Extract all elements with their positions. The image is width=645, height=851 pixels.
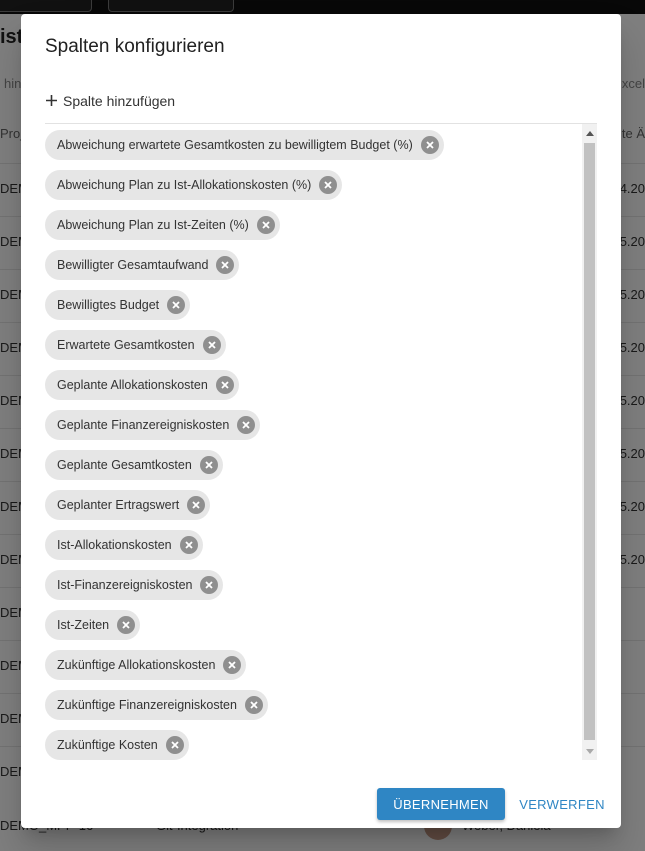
column-chip-label: Abweichung Plan zu Ist-Allokationskosten… [57,178,312,192]
column-chip[interactable]: Geplanter Ertragswert [45,490,211,520]
close-circle-icon[interactable] [167,296,186,314]
column-chip[interactable]: Abweichung Plan zu Ist-Allokationskosten… [45,170,343,200]
column-chip[interactable]: Zukünftige Kosten [45,730,189,760]
column-chip[interactable]: Geplante Allokationskosten [45,370,239,400]
column-chip[interactable]: Ist-Allokationskosten [45,530,203,560]
column-chip-label: Zukünftige Kosten [57,738,158,752]
column-list: Abweichung erwartete Gesamtkosten zu bew… [45,123,597,760]
column-chip[interactable]: Geplante Finanzereigniskosten [45,410,261,440]
close-circle-icon[interactable] [223,656,242,674]
close-circle-icon[interactable] [199,456,218,474]
close-circle-icon[interactable] [420,136,439,154]
add-column-button[interactable]: Spalte hinzufügen [45,88,175,114]
column-chip[interactable]: Bewilligtes Budget [45,290,191,320]
close-circle-icon[interactable] [117,616,136,634]
column-chip-label: Bewilligter Gesamtaufwand [57,258,209,272]
column-chip-label: Geplante Allokationskosten [57,378,208,392]
column-chip-list: Abweichung erwartete Gesamtkosten zu bew… [45,130,581,760]
close-circle-icon[interactable] [187,496,206,514]
scrollbar[interactable] [582,124,597,760]
close-circle-icon[interactable] [215,376,234,394]
discard-button[interactable]: VERWERFEN [517,788,607,820]
column-chip[interactable]: Abweichung erwartete Gesamtkosten zu bew… [45,130,444,160]
column-chip-label: Geplanter Ertragswert [57,498,180,512]
plus-icon [45,92,58,110]
close-circle-icon[interactable] [244,696,263,714]
column-chip-label: Zukünftige Finanzereigniskosten [57,698,237,712]
column-chip[interactable]: Zukünftige Allokationskosten [45,650,247,680]
close-circle-icon[interactable] [237,416,256,434]
close-circle-icon[interactable] [179,536,198,554]
close-circle-icon[interactable] [256,216,275,234]
close-circle-icon[interactable] [319,176,338,194]
column-chip-label: Geplante Finanzereigniskosten [57,418,230,432]
column-chip[interactable]: Erwartete Gesamtkosten [45,330,226,360]
column-chip[interactable]: Zukünftige Finanzereigniskosten [45,690,268,720]
column-chip-label: Ist-Finanzereigniskosten [57,578,193,592]
scroll-down-arrow-icon[interactable] [582,743,597,760]
apply-button[interactable]: ÜBERNEHMEN [377,788,505,820]
column-chip-label: Bewilligtes Budget [57,298,160,312]
column-chip[interactable]: Geplante Gesamtkosten [45,450,223,480]
column-chip[interactable]: Bewilligter Gesamtaufwand [45,250,240,280]
dialog-title: Spalten konfigurieren [45,36,225,57]
configure-columns-dialog: Spalten konfigurieren Spalte hinzufügen … [21,14,621,828]
close-circle-icon[interactable] [202,336,221,354]
column-chip-label: Erwartete Gesamtkosten [57,338,195,352]
column-chip[interactable]: Abweichung Plan zu Ist-Zeiten (%) [45,210,280,240]
close-circle-icon[interactable] [216,256,235,274]
add-column-label: Spalte hinzufügen [63,93,176,109]
column-chip[interactable]: Ist-Finanzereigniskosten [45,570,224,600]
column-chip-label: Abweichung Plan zu Ist-Zeiten (%) [57,218,249,232]
column-chip[interactable]: Ist-Zeiten [45,610,141,640]
column-chip-label: Ist-Allokationskosten [57,538,172,552]
scrollbar-thumb[interactable] [584,143,595,740]
close-circle-icon[interactable] [165,736,184,754]
column-chip-label: Zukünftige Allokationskosten [57,658,216,672]
column-chip-label: Geplante Gesamtkosten [57,458,192,472]
column-chip-label: Ist-Zeiten [57,618,110,632]
close-circle-icon[interactable] [200,576,219,594]
scroll-up-arrow-icon[interactable] [582,124,597,141]
column-chip-label: Abweichung erwartete Gesamtkosten zu bew… [57,138,413,152]
